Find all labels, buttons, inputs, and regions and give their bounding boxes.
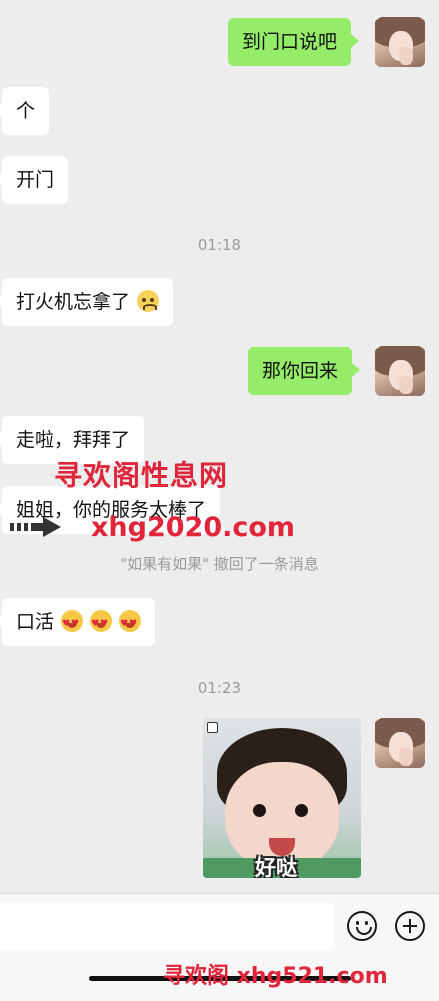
- heart-eyes-emoji: [61, 610, 84, 636]
- sticker-caption: 好哒: [255, 856, 297, 878]
- sticker-message[interactable]: 好哒: [203, 718, 361, 878]
- recall-notice: "如果有如果" 撤回了一条消息: [120, 555, 319, 573]
- message-text: 走啦，拜拜了: [16, 429, 131, 451]
- message-bubble-incoming[interactable]: 个: [0, 87, 50, 135]
- watermark-url: xhg2020.com: [91, 512, 296, 543]
- message-input[interactable]: [0, 902, 334, 950]
- heart-eyes-emoji: [119, 610, 142, 636]
- watermark-arrow-icon: [10, 517, 61, 537]
- message-text: 开门: [16, 169, 55, 191]
- message-text: 口活: [16, 611, 55, 633]
- my-avatar[interactable]: [375, 718, 425, 768]
- heart-eyes-emoji: [90, 610, 113, 636]
- message-text: 个: [16, 100, 36, 122]
- message-bubble-incoming[interactable]: 打火机忘拿了: [0, 278, 174, 326]
- watermark-title: 寻欢阁性息网: [54, 459, 229, 492]
- message-text: 到门口说吧: [242, 31, 338, 53]
- sticker-emoji-icon[interactable]: [347, 911, 377, 941]
- message-bubble-outgoing[interactable]: 那你回来: [248, 347, 361, 395]
- worried-face-emoji: [137, 290, 160, 312]
- message-text: 那你回来: [262, 360, 339, 382]
- timestamp: 01:18: [197, 236, 242, 254]
- message-bubble-incoming[interactable]: 开门: [0, 156, 69, 204]
- sticker-badge-icon: [207, 722, 218, 733]
- message-bubble-outgoing[interactable]: 到门口说吧: [228, 18, 360, 66]
- timestamp: 01:23: [197, 679, 242, 697]
- message-bubble-incoming[interactable]: 口活: [0, 598, 156, 646]
- add-more-icon[interactable]: [395, 911, 425, 941]
- my-avatar[interactable]: [375, 17, 425, 67]
- message-text: 打火机忘拿了: [16, 291, 131, 313]
- watermark-bottom: 寻欢阁 xhg521.com: [163, 964, 388, 989]
- my-avatar[interactable]: [375, 346, 425, 396]
